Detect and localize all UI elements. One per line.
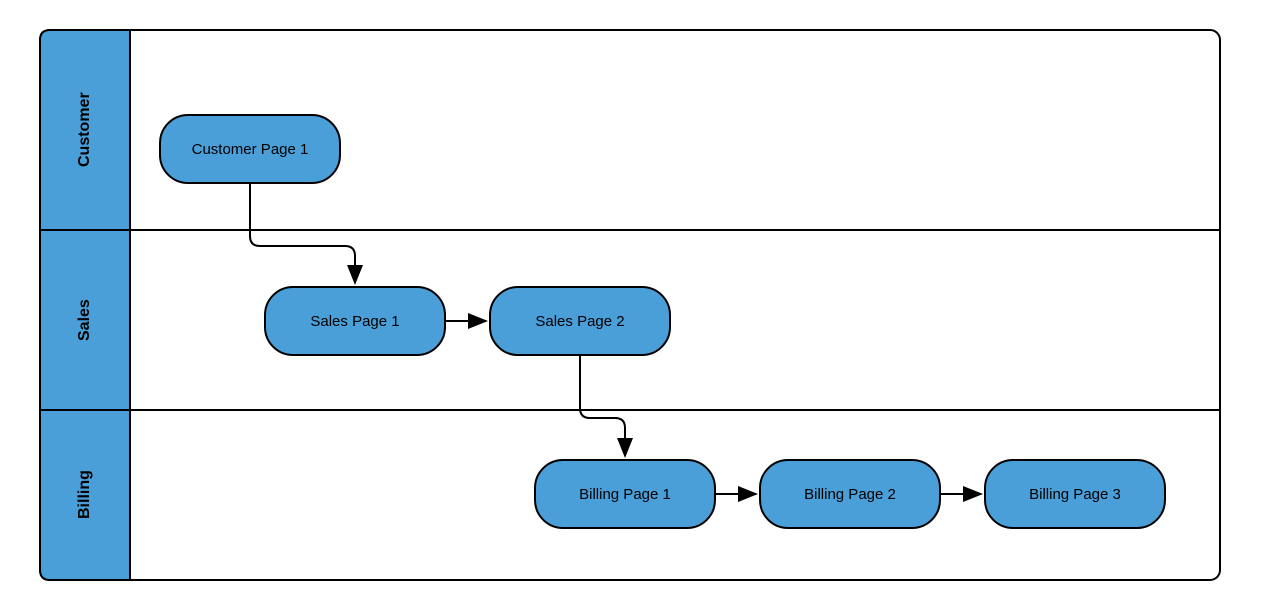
node-billing-page-3[interactable]: [985, 460, 1165, 528]
node-customer-page-1[interactable]: [160, 115, 340, 183]
node-sales-page-1[interactable]: [265, 287, 445, 355]
edge-sales2-billing1: [580, 355, 625, 456]
edge-customer1-sales1: [250, 183, 355, 283]
node-billing-page-1[interactable]: [535, 460, 715, 528]
node-sales-page-2[interactable]: [490, 287, 670, 355]
swimlane-diagram: Customer Sales Billing Customer Page 1 S…: [0, 0, 1261, 611]
diagram-svg: [0, 0, 1261, 611]
node-billing-page-2[interactable]: [760, 460, 940, 528]
